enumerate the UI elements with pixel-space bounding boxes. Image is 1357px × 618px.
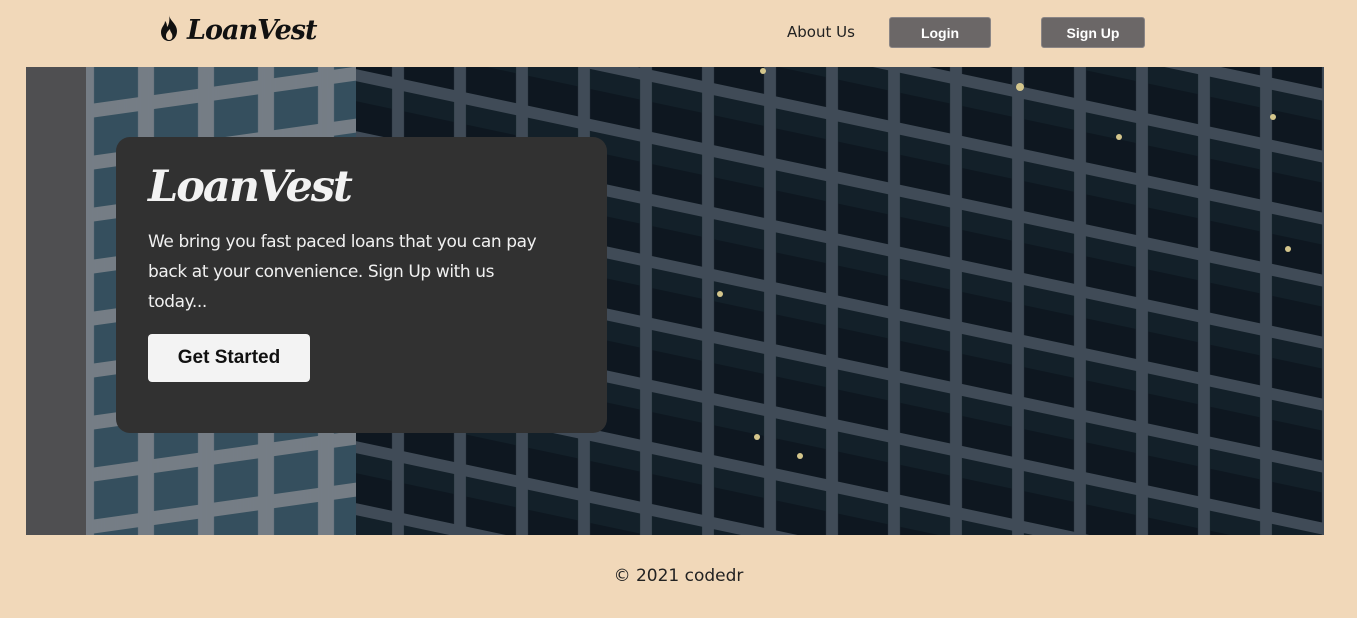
- footer-copyright: © 2021 codedr: [613, 566, 744, 586]
- login-button[interactable]: Login: [889, 17, 991, 48]
- hero-card: LoanVest We bring you fast paced loans t…: [116, 137, 607, 433]
- brand-name: LoanVest: [187, 15, 317, 46]
- page: LoanVest About Us Login Sign Up LoanVest…: [0, 0, 1357, 618]
- hero-description: We bring you fast paced loans that you c…: [148, 232, 537, 312]
- brand-logo[interactable]: LoanVest: [157, 14, 317, 47]
- get-started-button[interactable]: Get Started: [148, 334, 310, 382]
- flame-icon: [157, 14, 181, 47]
- signup-button[interactable]: Sign Up: [1041, 17, 1145, 48]
- hero-title: LoanVest: [148, 162, 353, 212]
- nav-link-about-us[interactable]: About Us: [787, 23, 855, 41]
- hero-section: LoanVest We bring you fast paced loans t…: [26, 67, 1324, 535]
